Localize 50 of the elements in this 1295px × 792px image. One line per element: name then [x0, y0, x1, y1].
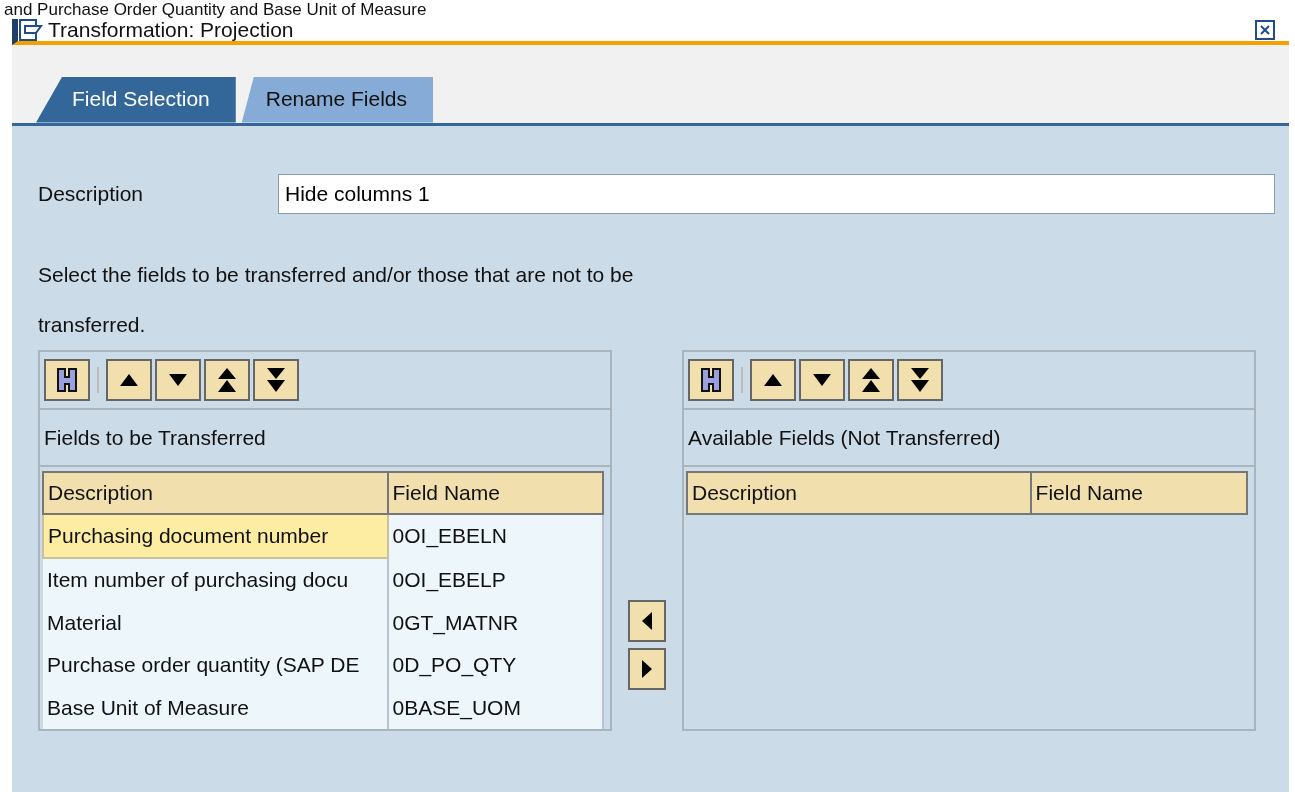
close-button[interactable]	[1255, 20, 1275, 40]
double-up-triangle-icon	[217, 366, 237, 393]
table-cell: 0GT_MATNR	[387, 601, 603, 644]
caption-text: and Purchase Order Quantity and Base Unit of Measure	[3, 0, 428, 19]
description-field[interactable]: Hide columns 1	[278, 173, 1275, 214]
instruction-text: Select the fields to be transferred and/or those that are not to be transferred.	[38, 261, 635, 338]
table-cell: Purchasing document number	[43, 513, 388, 558]
close-icon	[1259, 24, 1271, 36]
move-to-bottom-button[interactable]	[253, 358, 299, 401]
column-header[interactable]: Description	[687, 472, 1031, 514]
move-to-top-button[interactable]	[204, 358, 250, 401]
column-header[interactable]: Field Name	[387, 472, 603, 514]
table-cell: Purchase order quantity (SAP DE	[43, 644, 388, 687]
table-cell: 0OI_EBELN	[387, 513, 603, 558]
field-label: Description	[38, 180, 145, 207]
move-left-button[interactable]	[628, 599, 666, 642]
left-triangle-icon	[641, 610, 653, 631]
move-down-button[interactable]	[799, 358, 845, 401]
move-to-top-button[interactable]	[848, 358, 894, 401]
double-down-triangle-icon	[910, 366, 930, 393]
table-cell: Item number of purchasing docu	[43, 558, 388, 602]
column-header[interactable]: Field Name	[1030, 472, 1247, 514]
find-button[interactable]	[688, 358, 734, 401]
double-up-triangle-icon	[861, 366, 881, 393]
double-down-triangle-icon	[266, 366, 286, 393]
list-title: Available Fields (Not Transferred)	[684, 409, 1254, 467]
right-triangle-icon	[641, 658, 653, 679]
move-right-button[interactable]	[628, 647, 666, 690]
up-triangle-icon	[763, 372, 783, 387]
down-triangle-icon	[168, 372, 188, 387]
window-icon	[18, 18, 44, 42]
window-title: Transformation: Projection	[48, 18, 294, 44]
find-button[interactable]	[44, 358, 90, 401]
binoculars-icon	[55, 365, 79, 394]
move-up-button[interactable]	[106, 358, 152, 401]
up-triangle-icon	[119, 372, 139, 387]
table-cell: 0OI_EBELP	[387, 558, 603, 602]
column-header[interactable]: Description	[43, 472, 388, 514]
binoculars-icon	[699, 365, 723, 394]
table-cell: Material	[43, 601, 388, 644]
move-up-button[interactable]	[750, 358, 796, 401]
move-down-button[interactable]	[155, 358, 201, 401]
move-to-bottom-button[interactable]	[897, 358, 943, 401]
list-title: Fields to be Transferred	[40, 409, 610, 467]
down-triangle-icon	[812, 372, 832, 387]
table-cell: 0BASE_UOM	[387, 686, 603, 729]
tab[interactable]: Rename Fields	[241, 77, 433, 123]
table-cell: Base Unit of Measure	[43, 686, 388, 729]
tab[interactable]: Field Selection	[36, 77, 236, 123]
table-cell: 0D_PO_QTY	[387, 644, 603, 687]
